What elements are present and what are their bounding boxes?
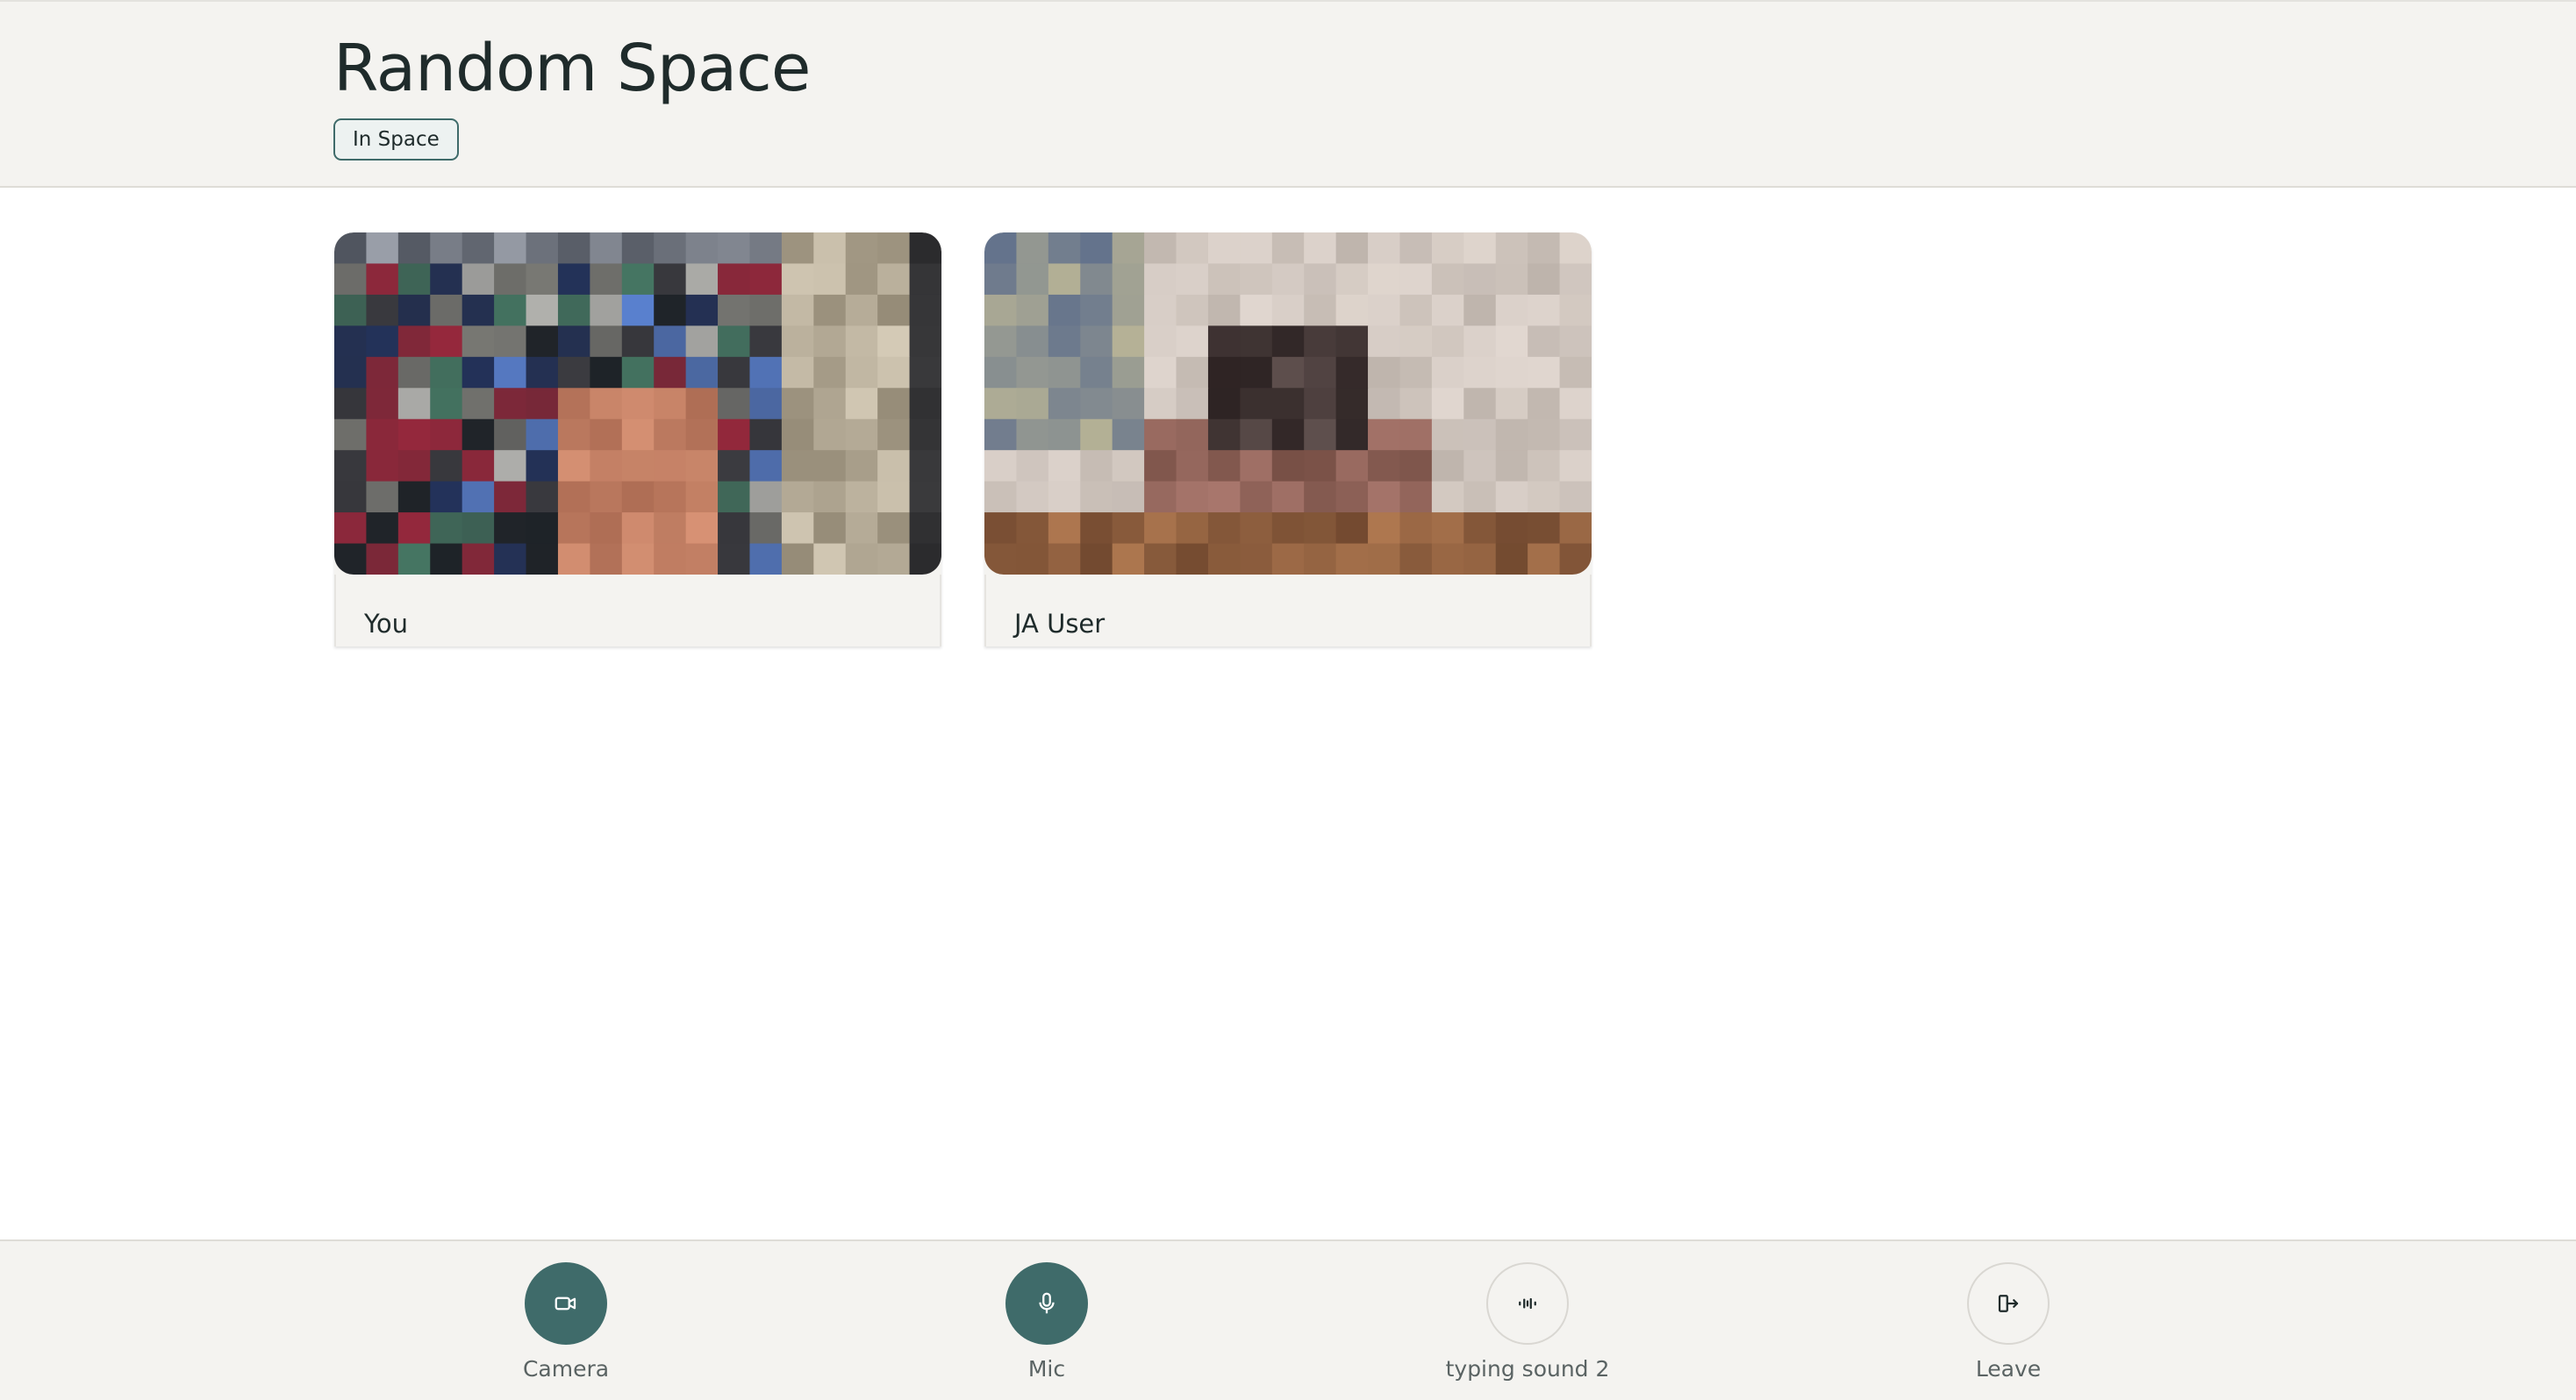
- mic-toggle-button[interactable]: [1005, 1262, 1088, 1345]
- mic-label: Mic: [1027, 1356, 1066, 1382]
- participant-tile-ja-user: JA User: [984, 232, 1592, 646]
- participant-tile-you: You: [334, 232, 941, 646]
- video-feed-ja-user: [984, 232, 1592, 575]
- camera-label: Camera: [522, 1356, 610, 1382]
- page-title: Random Space: [333, 31, 811, 106]
- microphone-icon: [1039, 1292, 1055, 1314]
- participant-name-bar: You: [334, 575, 941, 646]
- video-feed-you: [334, 232, 941, 575]
- leave-label: Leave: [1975, 1356, 2042, 1382]
- space-header: Random Space In Space: [0, 0, 2576, 188]
- participant-name-bar: JA User: [984, 575, 1592, 646]
- participant-name: JA User: [1014, 609, 1106, 639]
- call-controls-toolbar: Camera Mic typing sound 2 Leave: [0, 1239, 2576, 1400]
- participant-name: You: [364, 609, 408, 639]
- leave-door-icon: [1998, 1295, 2019, 1312]
- mic-control: Mic: [950, 1262, 1143, 1394]
- leave-control: Leave: [1912, 1262, 2105, 1394]
- pixelated-video-ja-user: [984, 232, 1592, 575]
- camera-toggle-button[interactable]: [525, 1262, 607, 1345]
- leave-button[interactable]: [1967, 1262, 2050, 1345]
- sound-control: typing sound 2: [1431, 1262, 1624, 1394]
- camera-control: Camera: [469, 1262, 662, 1394]
- status-badge: In Space: [333, 118, 459, 161]
- video-camera-icon: [555, 1296, 576, 1311]
- sound-label: typing sound 2: [1445, 1356, 1610, 1382]
- sound-button[interactable]: [1486, 1262, 1569, 1345]
- audio-waveform-icon: [1519, 1297, 1536, 1310]
- pixelated-video-you: [334, 232, 941, 575]
